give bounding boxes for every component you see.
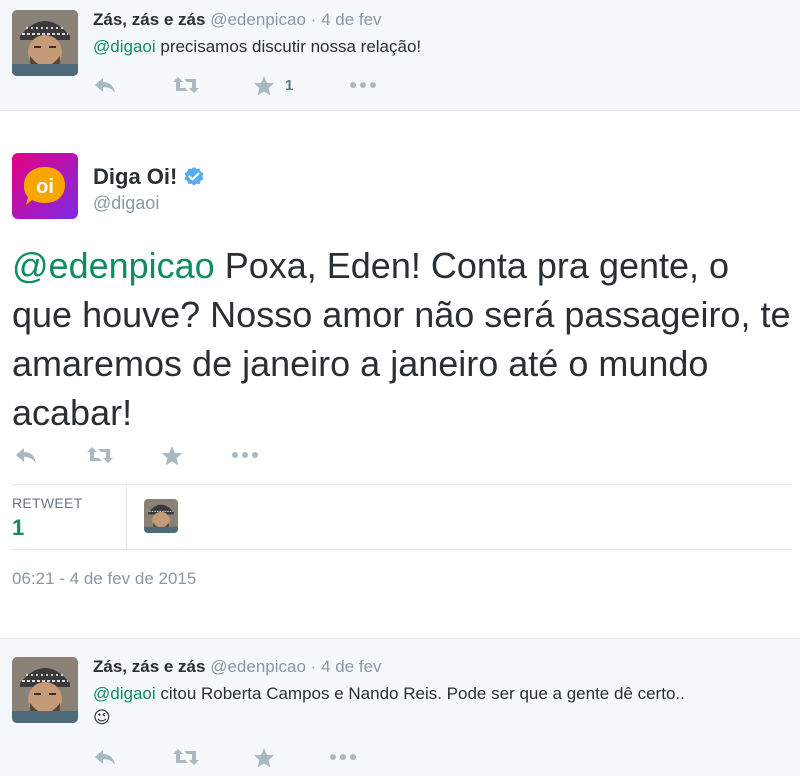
tweet-actions: 1 bbox=[93, 73, 393, 97]
tweet-date[interactable]: 4 de fev bbox=[321, 10, 382, 29]
tweet-actions bbox=[93, 745, 393, 769]
wink-emoji: 😉 bbox=[93, 708, 111, 727]
retweeter-avatar[interactable] bbox=[144, 499, 178, 533]
reply-icon[interactable] bbox=[93, 73, 117, 97]
retweet-count[interactable]: 1 bbox=[12, 515, 24, 541]
stats-divider bbox=[126, 485, 127, 549]
retweet-icon[interactable] bbox=[172, 73, 200, 97]
favorite-icon[interactable] bbox=[253, 745, 275, 769]
tweet-stats: RETWEET 1 bbox=[12, 484, 792, 550]
tweet-text: @digaoi precisamos discutir nossa relaçã… bbox=[93, 37, 421, 57]
user-handle[interactable]: @edenpicao bbox=[210, 10, 306, 29]
tweet-text: @digaoi citou Roberta Campos e Nando Rei… bbox=[93, 684, 685, 704]
verified-icon bbox=[183, 166, 205, 188]
tweet-body: precisamos discutir nossa relação! bbox=[155, 37, 422, 56]
user-line: Zás, zás e zás @edenpicao · 4 de fev bbox=[93, 657, 382, 677]
user-handle[interactable]: @digaoi bbox=[93, 193, 159, 214]
reply-icon[interactable] bbox=[93, 745, 117, 769]
mention-link[interactable]: @digaoi bbox=[93, 684, 156, 703]
favorite-icon[interactable] bbox=[161, 443, 183, 467]
user-name[interactable]: Zás, zás e zás bbox=[93, 10, 205, 29]
reply-tweet-bottom: Zás, zás e zás @edenpicao · 4 de fev @di… bbox=[0, 638, 800, 776]
tweet-timestamp[interactable]: 06:21 - 4 de fev de 2015 bbox=[12, 569, 196, 589]
mention-link[interactable]: @digaoi bbox=[93, 37, 156, 56]
avatar-edenpicao[interactable] bbox=[12, 657, 78, 723]
tweet-date[interactable]: 4 de fev bbox=[321, 657, 382, 676]
favorite-count: 1 bbox=[285, 76, 294, 94]
user-name-line: Diga Oi! bbox=[93, 164, 205, 190]
tweet-actions bbox=[14, 443, 314, 467]
main-tweet: oi Diga Oi! @digaoi @edenpicao Poxa, Ede… bbox=[0, 111, 800, 638]
avatar-edenpicao[interactable] bbox=[12, 10, 78, 76]
tweet-body: citou Roberta Campos e Nando Reis. Pode … bbox=[155, 684, 685, 703]
brand-logo-text: oi bbox=[36, 176, 54, 198]
retweet-icon[interactable] bbox=[172, 745, 200, 769]
retweet-icon[interactable] bbox=[86, 443, 114, 467]
reply-icon[interactable] bbox=[14, 443, 38, 467]
more-icon[interactable] bbox=[329, 745, 357, 769]
avatar-digaoi[interactable]: oi bbox=[12, 153, 78, 219]
more-icon[interactable] bbox=[231, 443, 259, 467]
tweet-text: @edenpicao Poxa, Eden! Conta pra gente, … bbox=[12, 241, 792, 437]
user-line: Zás, zás e zás @edenpicao · 4 de fev bbox=[93, 10, 382, 30]
favorite-icon[interactable]: 1 bbox=[253, 73, 293, 97]
user-handle[interactable]: @edenpicao bbox=[210, 657, 306, 676]
mention-link[interactable]: @edenpicao bbox=[12, 245, 215, 286]
more-icon[interactable] bbox=[349, 73, 377, 97]
separator: · bbox=[310, 657, 317, 676]
user-name[interactable]: Zás, zás e zás bbox=[93, 657, 205, 676]
retweet-label: RETWEET bbox=[12, 495, 83, 511]
user-name[interactable]: Diga Oi! bbox=[93, 164, 177, 190]
reply-tweet-top: Zás, zás e zás @edenpicao · 4 de fev @di… bbox=[0, 0, 800, 111]
separator: · bbox=[310, 10, 317, 29]
